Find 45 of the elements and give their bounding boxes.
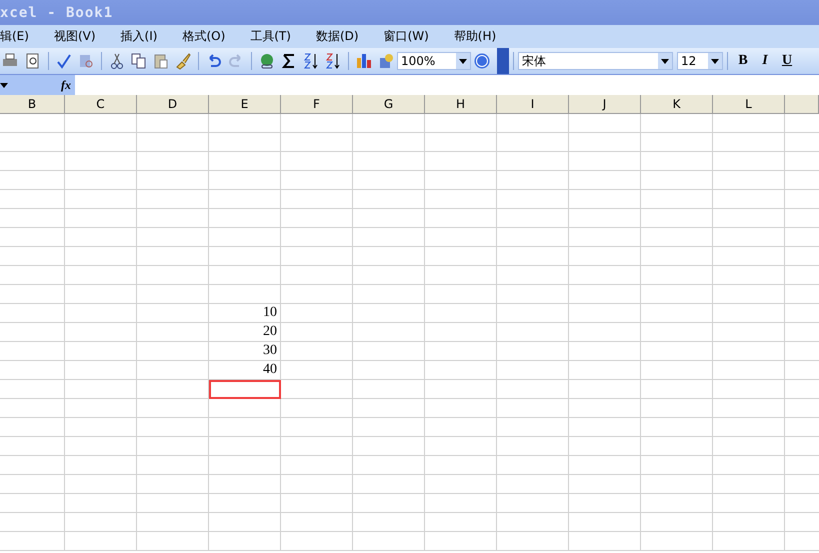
font-dropdown[interactable]: 宋体 [518,52,673,70]
menu-item[interactable]: 数据(D) [316,28,368,45]
spelling-icon[interactable] [55,52,73,70]
name-box[interactable]: fx [0,75,75,95]
menu-item[interactable]: 格式(O) [182,28,234,45]
format-button[interactable]: I [754,53,776,69]
zoom-dropdown[interactable]: 100% [397,52,471,70]
sort-descending-icon[interactable] [324,52,342,70]
menu-item[interactable]: 插入(I) [120,28,166,45]
table-cell[interactable]: 40 [209,361,281,380]
caret-icon[interactable] [661,58,669,64]
menu-item[interactable]: 工具(T) [250,28,300,45]
caret-icon[interactable] [0,82,8,88]
column-header[interactable]: B [0,95,65,114]
table-cell[interactable]: 30 [209,342,281,361]
table-cell[interactable] [209,380,281,399]
bar-chart-icon[interactable] [355,52,373,70]
caret-icon[interactable] [711,58,719,64]
column-header[interactable]: C [65,95,137,114]
menu-item[interactable]: 窗口(W) [384,28,438,45]
format-button[interactable]: U [776,53,798,69]
menu-item[interactable]: 视图(V) [54,28,105,45]
menu-item[interactable]: 辑(E) [0,28,38,45]
window-title: xcel - Book1 [0,4,114,20]
brush-icon[interactable] [174,52,192,70]
column-header[interactable]: L [713,95,785,114]
paste-icon[interactable] [152,52,170,70]
column-header[interactable]: I [497,95,569,114]
format-button[interactable]: B [732,53,754,69]
sort-ascending-icon[interactable] [302,52,320,70]
scissors-icon[interactable] [108,52,126,70]
column-header[interactable]: K [641,95,713,114]
column-header[interactable]: F [281,95,353,114]
column-header[interactable]: E [209,95,281,114]
table-cell[interactable]: 10 [209,304,281,323]
column-header[interactable]: G [353,95,425,114]
font-size-dropdown[interactable]: 12 [677,52,723,70]
column-header[interactable]: D [137,95,209,114]
column-header[interactable]: J [569,95,641,114]
caret-icon[interactable] [459,58,467,64]
table-cell[interactable]: 20 [209,323,281,342]
copy-icon[interactable] [130,52,148,70]
fx-label[interactable]: fx [61,78,71,92]
column-header[interactable]: H [425,95,497,114]
menu-item[interactable]: 帮助(H) [454,28,506,45]
